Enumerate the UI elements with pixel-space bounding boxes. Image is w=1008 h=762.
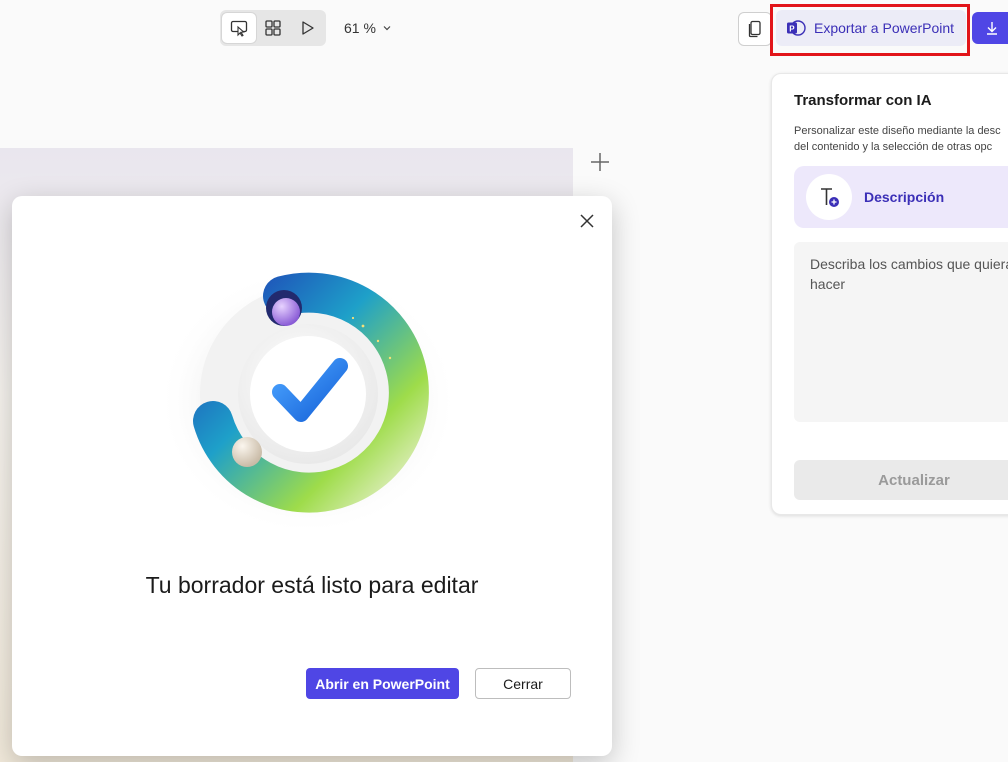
open-in-powerpoint-button[interactable]: Abrir en PowerPoint	[306, 668, 459, 699]
checkmark-illustration	[158, 266, 458, 536]
dialog-title: Tu borrador está listo para editar	[145, 572, 479, 598]
app-window: 61 % P Exportar a PowerPoint Transformar…	[0, 0, 1008, 762]
draft-ready-dialog: Tu borrador está listo para editar Abrir…	[12, 196, 612, 756]
close-icon	[580, 214, 594, 228]
close-button[interactable]: Cerrar	[475, 668, 571, 699]
dialog-close-button[interactable]	[576, 210, 598, 232]
